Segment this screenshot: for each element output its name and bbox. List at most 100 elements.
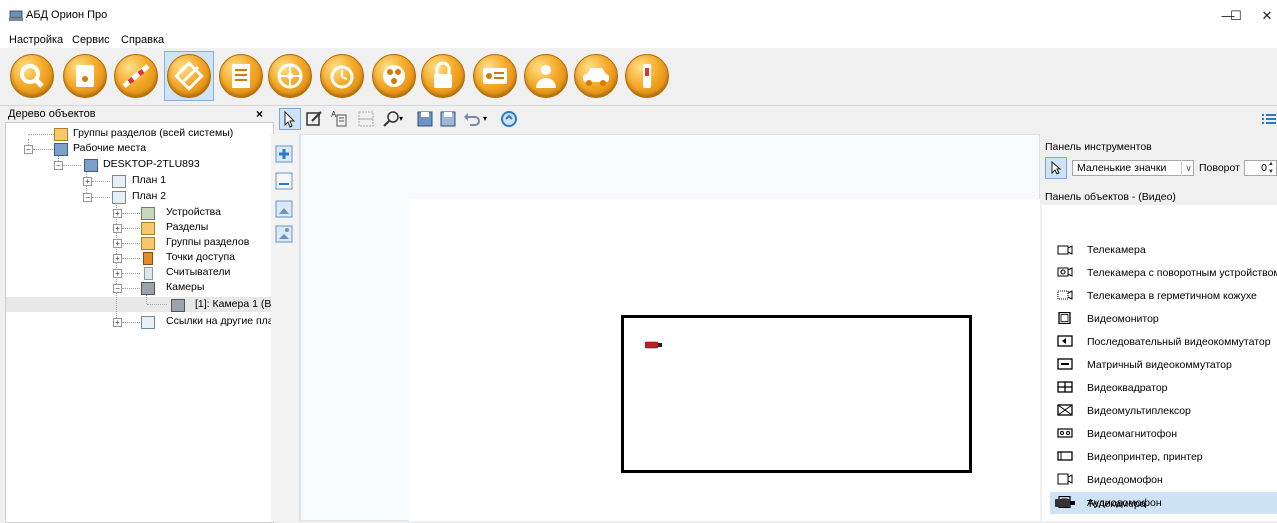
select-area-icon[interactable] [355, 108, 377, 130]
tree-item-section-groups-2[interactable]: Группы разделов [166, 236, 249, 248]
workstations-icon [54, 143, 68, 156]
chevron-down-icon[interactable]: ∨ [1181, 160, 1195, 176]
multiplexer-icon [1057, 404, 1073, 416]
clock-icon[interactable] [320, 54, 364, 98]
door-lock-icon[interactable] [63, 54, 107, 98]
camera-reel-icon[interactable] [372, 54, 416, 98]
list-icon[interactable] [219, 54, 263, 98]
tree-item-desktop[interactable]: DESKTOP-2TLU893 [103, 158, 200, 170]
fit-image-icon[interactable] [275, 225, 293, 243]
tree-expander[interactable]: + [113, 269, 122, 278]
map-edit-icon[interactable] [167, 54, 211, 98]
menu-help[interactable]: Справка [121, 34, 164, 46]
computer-icon [84, 159, 98, 172]
object-item-matrix-switch[interactable]: Матричный видеокоммутатор [1087, 359, 1232, 371]
tree-expander[interactable]: − [24, 145, 33, 154]
tree-item-workstations[interactable]: Рабочие места [73, 142, 146, 154]
edit-icon[interactable] [303, 108, 325, 130]
sequential-switch-icon [1057, 335, 1073, 347]
plan-link-icon [141, 316, 155, 329]
car-icon[interactable] [574, 54, 618, 98]
object-item-sequential-switch[interactable]: Последовательный видеокоммутатор [1087, 336, 1271, 348]
tree-expander[interactable]: + [113, 318, 122, 327]
save-all-icon[interactable] [437, 108, 459, 130]
window-title: АБД Орион Про [26, 9, 108, 21]
tree-expander[interactable]: − [113, 284, 122, 293]
visitor-icon[interactable] [524, 54, 568, 98]
object-item-multiplexer[interactable]: Видеомультиплексор [1087, 405, 1191, 417]
reader-icon [144, 267, 153, 280]
door-icon [143, 252, 153, 265]
tree-item-devices[interactable]: Устройства [166, 206, 221, 218]
object-item-camera[interactable]: Телекамера [1087, 244, 1146, 256]
close-window-button[interactable]: ✕ [1257, 0, 1277, 32]
tree-item-plan-links[interactable]: Ссылки на другие план [166, 315, 273, 327]
tree-item-camera-1[interactable]: [1]: Камера 1 (Ві [195, 298, 273, 310]
object-item-printer[interactable]: Видеопринтер, принтер [1087, 451, 1203, 463]
alarm-icon[interactable] [625, 54, 669, 98]
object-item-camera-selected[interactable]: Телекамера [1087, 498, 1146, 510]
menu-bar [0, 32, 1277, 48]
plan-icon [112, 191, 126, 204]
ptz-camera-icon [1057, 267, 1073, 277]
svg-text:A: A [331, 110, 337, 119]
red-camera-icon [1055, 499, 1075, 507]
object-item-video-intercom[interactable]: Видеодомофон [1087, 474, 1163, 486]
rotate-spinner[interactable]: ▲ ▼ [1268, 160, 1277, 176]
tree-item-access-points[interactable]: Точки доступа [166, 251, 235, 263]
save-icon[interactable] [414, 108, 436, 130]
menu-service[interactable]: Сервис [72, 34, 110, 46]
tree-expander[interactable]: − [83, 193, 92, 202]
expand-image-icon[interactable] [275, 200, 293, 218]
plan-side-toolbar [271, 134, 300, 521]
tree-expander[interactable]: − [54, 161, 63, 170]
menu-settings[interactable]: Настройка [9, 34, 63, 46]
pointer-tool-button[interactable] [279, 108, 301, 130]
id-card-icon[interactable] [473, 54, 517, 98]
tree-item-readers[interactable]: Считыватели [166, 266, 230, 278]
barrier-icon[interactable] [114, 54, 158, 98]
undo-dropdown-icon[interactable]: ▾ [483, 108, 493, 130]
tree-expander[interactable]: + [113, 239, 122, 248]
refresh-icon[interactable] [498, 108, 520, 130]
object-item-vcr[interactable]: Видеомагнитофон [1087, 428, 1177, 440]
tree-expander[interactable]: + [83, 177, 92, 186]
panel-menu-icon[interactable] [1261, 111, 1277, 127]
sealed-camera-icon [1057, 290, 1073, 300]
tree-item-plan-1[interactable]: План 1 [132, 174, 166, 186]
tree-expander[interactable]: + [113, 209, 122, 218]
tree-item-section-groups[interactable]: Группы разделов (всей системы) [73, 127, 233, 139]
tree-expander[interactable]: + [113, 254, 122, 263]
sections-icon [141, 222, 155, 235]
object-item-monitor[interactable]: Видеомонитор [1087, 313, 1159, 325]
tree-close-button[interactable]: × [256, 107, 263, 121]
tree-item-sections[interactable]: Разделы [166, 221, 208, 233]
camera-icon [171, 299, 185, 312]
objects-panel-title: Панель объектов - (Видео) [1045, 191, 1176, 203]
zoom-dropdown-icon[interactable]: ▾ [399, 108, 409, 130]
quad-icon [1057, 381, 1073, 393]
wheel-icon[interactable] [268, 54, 312, 98]
undo-icon[interactable] [461, 108, 483, 130]
list-selection-highlight [1050, 492, 1277, 514]
cameras-icon [141, 282, 155, 295]
room-outline[interactable] [621, 315, 972, 473]
printer-icon [1057, 451, 1073, 461]
tree-expander[interactable]: + [113, 224, 122, 233]
remove-plan-icon[interactable] [275, 172, 293, 190]
padlock-icon[interactable] [421, 54, 465, 98]
object-item-sealed-camera[interactable]: Телекамера в герметичном кожухе [1087, 290, 1257, 302]
object-item-ptz-camera[interactable]: Телекамера с поворотным устройством [1087, 267, 1277, 279]
search-icon[interactable] [10, 54, 54, 98]
add-plan-icon[interactable] [275, 145, 293, 163]
tree-item-cameras[interactable]: Камеры [166, 281, 204, 293]
app-icon [9, 10, 23, 21]
section-groups-icon [141, 237, 155, 250]
text-list-icon[interactable]: A [328, 108, 350, 130]
maximize-button[interactable]: ☐ [1216, 0, 1256, 32]
video-intercom-icon [1057, 473, 1073, 485]
tree-item-plan-2[interactable]: План 2 [132, 190, 166, 202]
camera-on-plan-icon[interactable] [645, 341, 663, 349]
object-item-quad[interactable]: Видеоквадратор [1087, 382, 1168, 394]
pointer-tool-icon[interactable] [1045, 157, 1067, 179]
